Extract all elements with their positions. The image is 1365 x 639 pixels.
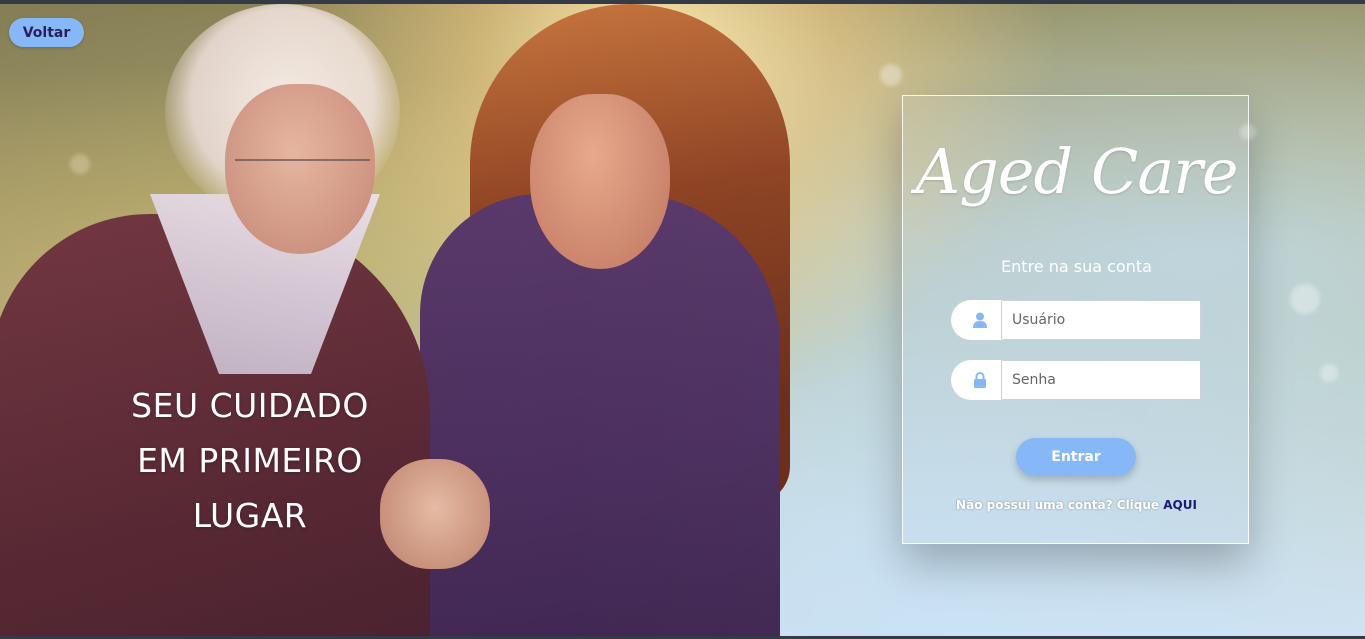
back-button[interactable]: Voltar xyxy=(9,18,84,47)
signup-link[interactable]: AQUI xyxy=(1163,498,1197,512)
lock-icon xyxy=(951,360,1007,400)
username-field xyxy=(951,300,1201,340)
tagline-line-2: EM PRIMEIRO xyxy=(137,441,363,480)
login-subtitle: Entre na sua conta xyxy=(1001,257,1152,276)
password-field xyxy=(951,360,1201,400)
user-icon xyxy=(951,300,1007,340)
app-logo: Aged Care xyxy=(915,135,1238,208)
username-input[interactable] xyxy=(1001,300,1201,340)
login-button[interactable]: Entrar xyxy=(1016,438,1136,476)
signup-prompt: Não possui uma conta? Clique AQUI xyxy=(903,498,1250,512)
tagline-line-3: LUGAR xyxy=(192,496,308,535)
hero-tagline: SEU CUIDADO EM PRIMEIRO LUGAR xyxy=(100,378,400,543)
password-input[interactable] xyxy=(1001,360,1201,400)
login-card: Aged Care Entre na sua conta Entrar Não … xyxy=(902,95,1249,544)
signup-text: Não possui uma conta? Clique xyxy=(956,498,1160,512)
tagline-line-1: SEU CUIDADO xyxy=(131,386,369,425)
